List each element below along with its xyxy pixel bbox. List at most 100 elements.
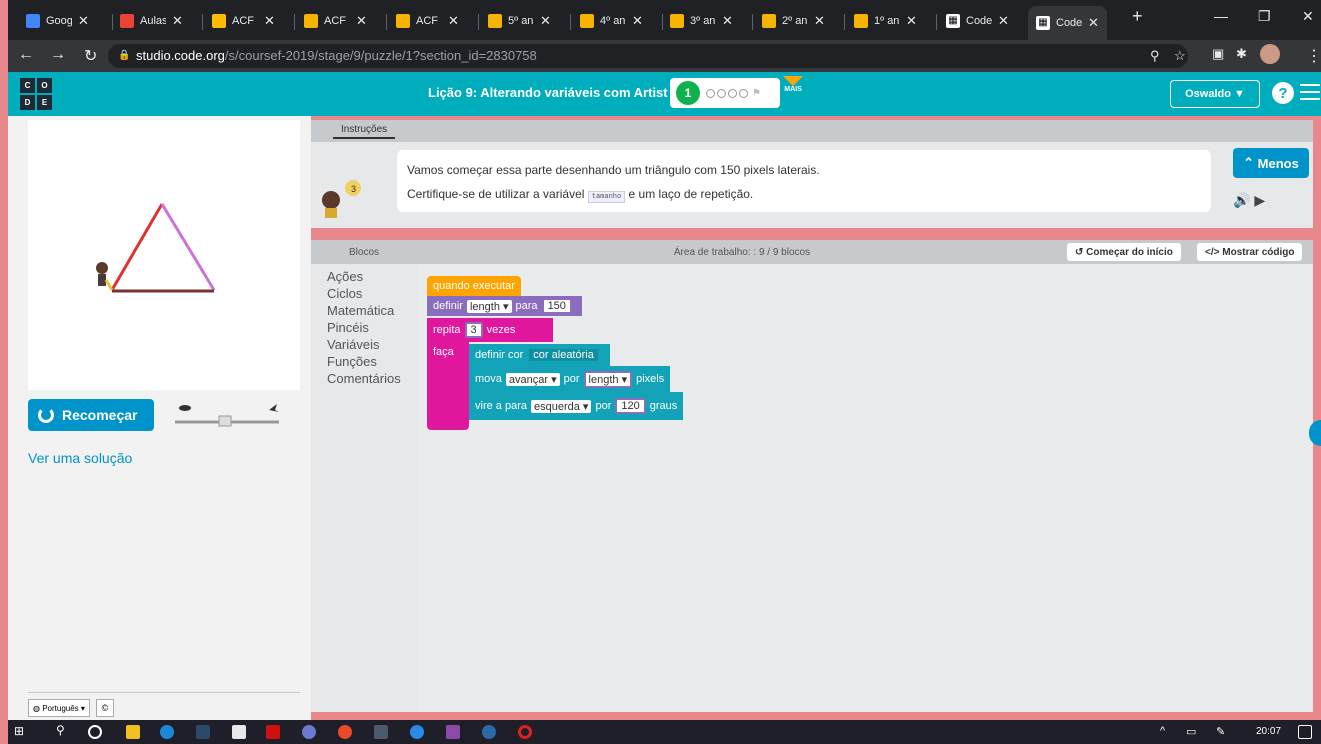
forward-icon[interactable]: → (50, 46, 66, 64)
speed-slider[interactable] (173, 400, 283, 430)
calculator-icon[interactable] (374, 725, 388, 739)
notifications-icon[interactable] (1298, 725, 1312, 739)
chevron-up-icon[interactable]: ^ (1160, 725, 1174, 739)
close-icon[interactable]: ✕ (814, 13, 825, 29)
minimize-button[interactable]: — (1214, 8, 1228, 24)
tab-instructions[interactable]: Instruções (333, 124, 396, 139)
view-solution-link[interactable]: Ver uma solução (28, 450, 132, 466)
browser-tab[interactable]: Goog ✕ (26, 9, 89, 33)
browser-tab[interactable]: 4º an ✕ (580, 9, 643, 33)
back-icon[interactable]: ← (18, 46, 34, 64)
slider-handle[interactable] (218, 415, 232, 427)
close-icon[interactable]: ✕ (264, 13, 275, 29)
variable-dropdown[interactable]: length ▾ (466, 299, 512, 313)
toolbox-category-functions[interactable]: Funções (311, 353, 417, 370)
copyright-button[interactable]: © (95, 699, 114, 717)
close-icon[interactable]: ✕ (1088, 15, 1099, 31)
block-workspace[interactable]: quando executar definir length ▾ para 150 r… (417, 264, 1313, 712)
photos-icon[interactable] (446, 725, 460, 739)
app-icon[interactable] (482, 725, 496, 739)
browser-tab[interactable]: 5º an ✕ (488, 9, 551, 33)
star-icon[interactable]: ☆ (1174, 44, 1186, 68)
opera-icon[interactable] (518, 725, 532, 739)
browser-tab[interactable]: ▦ Code ✕ (946, 9, 1009, 33)
progress-bubbles[interactable]: 1 ⚑ (670, 78, 780, 108)
search-icon[interactable]: ⚲ (56, 723, 70, 737)
toolbox-category-variables[interactable]: Variáveis (311, 336, 417, 353)
more-dropdown[interactable]: MAIS (783, 76, 803, 93)
repeat-block[interactable]: repita 3 vezes (427, 318, 553, 342)
browser-tab[interactable]: ACF II✕ (212, 9, 275, 33)
premiere-icon[interactable] (196, 725, 210, 739)
chrome-icon[interactable] (338, 725, 352, 739)
puzzle-bubble[interactable] (706, 88, 715, 98)
edge-icon[interactable] (160, 725, 174, 739)
new-tab-button[interactable]: + (1132, 6, 1143, 27)
browser-tab[interactable]: 1º an ✕ (854, 9, 917, 33)
app-icon[interactable] (302, 725, 316, 739)
when-run-block[interactable]: quando executar (427, 276, 521, 296)
set-color-block[interactable]: definir cor cor aleatória (469, 344, 610, 366)
puzzle-bubble[interactable] (739, 88, 748, 98)
toolbox-category-math[interactable]: Matemática (311, 302, 417, 319)
browser-tab[interactable]: 2º an ✕ (762, 9, 825, 33)
direction-dropdown[interactable]: avançar ▾ (505, 372, 560, 386)
language-select[interactable]: ◍ Português ▾ (28, 699, 90, 717)
set-variable-block[interactable]: definir length ▾ para 150 (427, 296, 582, 316)
current-puzzle-bubble[interactable]: 1 (676, 81, 700, 105)
browser-tab-active[interactable]: ▦ Code ✕ (1028, 6, 1107, 40)
turn-direction-dropdown[interactable]: esquerda ▾ (531, 399, 592, 413)
close-icon[interactable]: ✕ (632, 13, 643, 29)
close-icon[interactable]: ✕ (172, 13, 183, 29)
codeorg-logo[interactable]: C O D E (20, 78, 52, 110)
angle-field[interactable]: 120 (615, 398, 646, 414)
collapse-instructions-button[interactable]: ⌃ Menos (1233, 148, 1309, 178)
battery-icon[interactable]: ▭ (1186, 725, 1200, 739)
close-icon[interactable]: ✕ (448, 13, 459, 29)
puzzle-bubble[interactable] (728, 88, 737, 98)
close-icon[interactable]: ✕ (722, 13, 733, 29)
app-icon[interactable] (410, 725, 424, 739)
user-menu-button[interactable]: Oswaldo ▼ (1170, 80, 1260, 108)
close-icon[interactable]: ✕ (906, 13, 917, 29)
toolbox-category-loops[interactable]: Ciclos (311, 285, 417, 302)
play-icon[interactable]: ▶ (1254, 192, 1265, 208)
number-field[interactable]: 150 (541, 298, 572, 314)
random-color-block[interactable]: cor aleatória (529, 349, 598, 361)
move-block[interactable]: mova avançar ▾ por length ▾ pixels (469, 366, 671, 392)
netflix-icon[interactable] (266, 725, 280, 739)
close-icon[interactable]: ✕ (78, 13, 89, 29)
browser-tab[interactable]: ACF I ✕ (396, 9, 459, 33)
browser-tab[interactable]: ACF II✕ (304, 9, 367, 33)
store-icon[interactable] (232, 725, 246, 739)
flag-icon[interactable]: ⚑ (752, 88, 761, 99)
browser-tab[interactable]: Aulas ✕ (120, 9, 183, 33)
clock[interactable]: 20:07 (1256, 726, 1281, 737)
toolbox-category-actions[interactable]: Ações (311, 268, 417, 285)
restore-button[interactable]: ❐ (1258, 8, 1271, 25)
close-icon[interactable]: ✕ (540, 13, 551, 29)
close-icon[interactable]: ✕ (356, 13, 367, 29)
lesson-title[interactable]: Lição 9: Alterando variáveis com Artist (428, 85, 668, 100)
more-icon[interactable]: ⋮ (1306, 46, 1321, 66)
show-code-button[interactable]: </> Mostrar código (1197, 243, 1303, 261)
help-icon[interactable]: ? (1272, 82, 1294, 104)
browser-tab[interactable]: 3º an ✕ (670, 9, 733, 33)
close-window-button[interactable]: ✕ (1302, 8, 1314, 25)
toolbox-category-brushes[interactable]: Pincéis (311, 319, 417, 336)
speaker-icon[interactable]: 🔊 (1233, 192, 1250, 208)
reset-button[interactable]: Recomeçar (28, 399, 154, 431)
reload-icon[interactable]: ↻ (84, 46, 97, 66)
file-explorer-icon[interactable] (126, 725, 140, 739)
toolbox-category-comments[interactable]: Comentários (311, 370, 417, 387)
profile-avatar[interactable] (1260, 44, 1280, 64)
url-field[interactable]: 🔒 studio.code.org/s/coursef-2019/stage/9… (108, 44, 1188, 68)
pen-icon[interactable]: ✎ (1216, 725, 1230, 739)
cortana-icon[interactable] (88, 725, 102, 739)
extensions-icon[interactable]: ✱ (1236, 46, 1247, 62)
length-variable-block[interactable]: length ▾ (583, 370, 633, 388)
hamburger-menu-icon[interactable] (1300, 84, 1320, 102)
turn-block[interactable]: vire a para esquerda ▾ por 120 graus (469, 392, 684, 420)
puzzle-bubble[interactable] (717, 88, 726, 98)
close-icon[interactable]: ✕ (998, 13, 1009, 29)
